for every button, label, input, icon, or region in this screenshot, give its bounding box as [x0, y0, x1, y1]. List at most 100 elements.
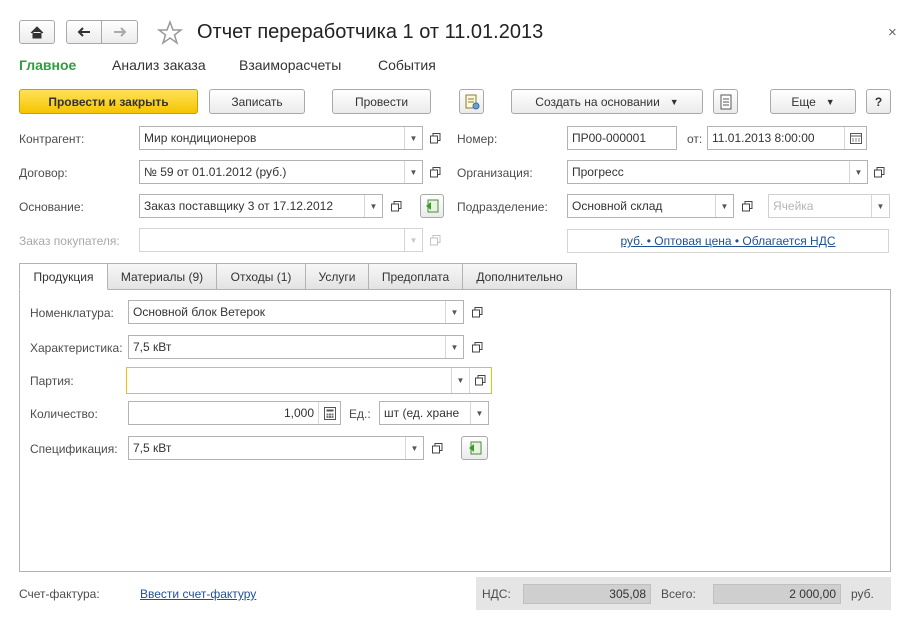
contractor-label: Контрагент:: [19, 132, 85, 146]
specification-value: 7,5 кВт: [133, 441, 172, 455]
fill-specification-button[interactable]: [461, 436, 488, 460]
open-batch-button[interactable]: [469, 368, 491, 393]
unit-field[interactable]: шт (ед. хране ▼: [379, 401, 489, 425]
organization-label: Организация:: [457, 166, 533, 180]
basis-value: Заказ поставщику 3 от 17.12.2012: [144, 199, 333, 213]
unit-label: Ед.:: [349, 407, 371, 421]
vat-label: НДС:: [482, 587, 511, 601]
help-button[interactable]: ?: [866, 89, 891, 114]
open-organization-button[interactable]: [869, 160, 889, 184]
forward-button[interactable]: [101, 20, 138, 44]
open-basis-button[interactable]: [386, 194, 406, 218]
number-field[interactable]: ПР00-000001: [567, 126, 677, 150]
customer-order-label: Заказ покупателя:: [19, 234, 120, 248]
date-label: от:: [687, 132, 703, 146]
report-structure-button[interactable]: [459, 89, 484, 114]
specification-label: Спецификация:: [30, 442, 118, 456]
chevron-down-icon[interactable]: ▼: [470, 402, 488, 424]
basis-field[interactable]: Заказ поставщику 3 от 17.12.2012 ▼: [139, 194, 383, 218]
chevron-down-icon[interactable]: ▼: [451, 368, 469, 393]
basis-label: Основание:: [19, 200, 84, 214]
chevron-down-icon[interactable]: ▼: [445, 301, 463, 323]
cell-field[interactable]: Ячейка ▼: [768, 194, 890, 218]
home-button[interactable]: [19, 20, 55, 44]
open-department-button[interactable]: [737, 194, 757, 218]
fill-by-basis-button[interactable]: [420, 194, 444, 218]
batch-field[interactable]: ▼: [126, 367, 492, 394]
quantity-field[interactable]: 1,000: [128, 401, 341, 425]
tab-materials[interactable]: Материалы (9): [107, 263, 217, 290]
chevron-down-icon[interactable]: ▼: [404, 161, 422, 183]
vat-value: 305,08: [523, 584, 651, 604]
post-button[interactable]: Провести: [332, 89, 431, 114]
total-value: 2 000,00: [713, 584, 841, 604]
favorite-star-button[interactable]: [156, 19, 184, 46]
chevron-down-icon[interactable]: ▼: [715, 195, 733, 217]
tab-products[interactable]: Продукция: [19, 263, 108, 290]
chevron-down-icon: ▼: [669, 96, 679, 107]
currency-label: руб.: [851, 587, 874, 601]
section-main[interactable]: Главное: [19, 57, 76, 73]
enter-invoice-link[interactable]: Ввести счет-фактуру: [140, 587, 256, 601]
document-structure-icon: [465, 94, 479, 109]
fill-icon: [468, 441, 481, 455]
create-based-on-button[interactable]: Создать на основании ▼: [511, 89, 703, 114]
price-info-link[interactable]: руб. • Оптовая цена • Облагается НДС: [567, 229, 889, 253]
calendar-icon[interactable]: [844, 127, 866, 149]
chevron-down-icon[interactable]: ▼: [404, 127, 422, 149]
section-events[interactable]: События: [378, 57, 436, 73]
organization-value: Прогресс: [572, 165, 624, 179]
open-icon: [471, 341, 482, 352]
print-button[interactable]: [713, 89, 738, 114]
open-contract-button[interactable]: [425, 160, 445, 184]
contractor-value: Мир кондиционеров: [144, 131, 257, 145]
contract-value: № 59 от 01.01.2012 (руб.): [144, 165, 287, 179]
star-icon: [156, 19, 184, 45]
date-field[interactable]: 11.01.2013 8:00:00: [707, 126, 867, 150]
date-value: 11.01.2013 8:00:00: [712, 131, 815, 145]
open-specification-button[interactable]: [427, 436, 447, 460]
contract-field[interactable]: № 59 от 01.01.2012 (руб.) ▼: [139, 160, 423, 184]
open-characteristic-button[interactable]: [467, 335, 487, 359]
nomenclature-field[interactable]: Основной блок Ветерок ▼: [128, 300, 464, 324]
open-contractor-button[interactable]: [425, 126, 445, 150]
characteristic-field[interactable]: 7,5 кВт ▼: [128, 335, 464, 359]
more-label: Еще: [791, 94, 816, 109]
post-and-close-button[interactable]: Провести и закрыть: [19, 89, 198, 114]
chevron-down-icon[interactable]: ▼: [445, 336, 463, 358]
unit-value: шт (ед. хране: [384, 406, 460, 420]
open-icon: [431, 442, 442, 453]
more-button[interactable]: Еще ▼: [770, 89, 856, 114]
specification-field[interactable]: 7,5 кВт ▼: [128, 436, 424, 460]
section-order-analysis[interactable]: Анализ заказа: [112, 57, 206, 73]
chevron-down-icon[interactable]: ▼: [871, 195, 889, 217]
tab-services[interactable]: Услуги: [305, 263, 369, 290]
tab-prepayment[interactable]: Предоплата: [368, 263, 463, 290]
back-button[interactable]: [66, 20, 102, 44]
chevron-down-icon: ▼: [404, 229, 422, 251]
chevron-down-icon[interactable]: ▼: [849, 161, 867, 183]
chevron-down-icon[interactable]: ▼: [405, 437, 423, 459]
section-settlements[interactable]: Взаиморасчеты: [239, 57, 341, 73]
contractor-field[interactable]: Мир кондиционеров ▼: [139, 126, 423, 150]
tab-waste[interactable]: Отходы (1): [216, 263, 306, 290]
document-icon: [720, 94, 731, 109]
department-label: Подразделение:: [457, 200, 548, 214]
batch-label: Партия:: [30, 374, 74, 388]
open-nomenclature-button[interactable]: [467, 300, 487, 324]
chevron-down-icon[interactable]: ▼: [364, 195, 382, 217]
batch-value: [127, 368, 451, 393]
open-icon: [873, 166, 884, 177]
save-button[interactable]: Записать: [209, 89, 305, 114]
arrow-right-icon: [113, 27, 126, 37]
fill-icon: [426, 199, 439, 213]
tab-additional[interactable]: Дополнительно: [462, 263, 577, 290]
open-icon: [429, 234, 440, 245]
customer-order-field: ▼: [139, 228, 423, 252]
quantity-value: 1,000: [283, 406, 314, 420]
close-icon[interactable]: ×: [888, 24, 897, 41]
organization-field[interactable]: Прогресс ▼: [567, 160, 868, 184]
department-field[interactable]: Основной склад ▼: [567, 194, 734, 218]
calculator-icon[interactable]: [318, 402, 340, 424]
customer-order-value: [140, 229, 404, 251]
